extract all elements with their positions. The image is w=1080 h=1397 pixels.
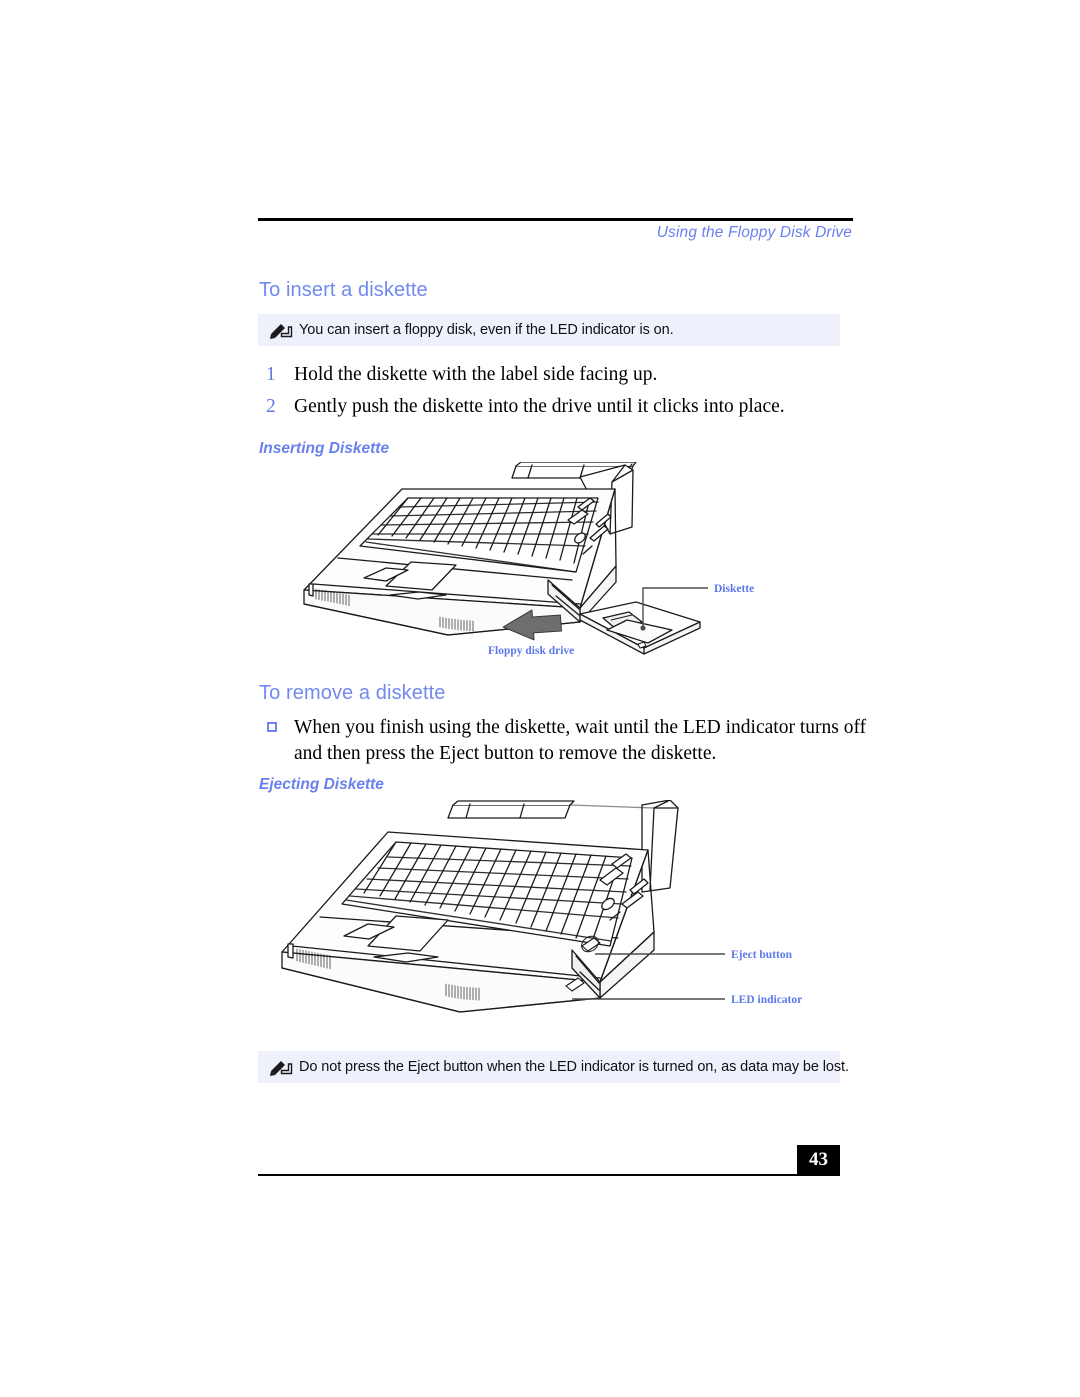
footer-rule <box>258 1174 840 1176</box>
step-number: 1 <box>266 364 276 385</box>
note-text-eject: Do not press the Eject button when the L… <box>299 1059 849 1075</box>
step-item: 1 Hold the diskette with the label side … <box>266 364 866 386</box>
note-box-insert: You can insert a floppy disk, even if th… <box>258 314 840 346</box>
bullet-text-line-2: and then press the Eject button to remov… <box>294 743 717 764</box>
square-bullet-icon <box>267 722 277 732</box>
section-heading-insert: To insert a diskette <box>259 279 428 301</box>
bullet-text: When you finish using the diskette, wait… <box>294 715 867 767</box>
step-item: 2 Gently push the diskette into the driv… <box>266 396 866 418</box>
note-box-eject: Do not press the Eject button when the L… <box>258 1051 849 1083</box>
note-text-insert: You can insert a floppy disk, even if th… <box>299 322 674 338</box>
step-text: Hold the diskette with the label side fa… <box>294 364 658 385</box>
note-pencil-icon <box>268 1057 294 1077</box>
figure-inserting-diskette: Diskette Floppy disk drive <box>280 462 860 672</box>
figure-ejecting-diskette: Eject button LED indicator <box>270 800 850 1040</box>
callout-label-floppy-disk-drive: Floppy disk drive <box>488 645 574 657</box>
page-number-badge: 43 <box>797 1145 840 1175</box>
callout-floppy-disk-drive: Floppy disk drive <box>488 645 574 657</box>
section-heading-remove: To remove a diskette <box>259 682 446 704</box>
running-header-title: Using the Floppy Disk Drive <box>656 224 852 241</box>
bullet-text-line-1: When you finish using the diskette, wait… <box>294 717 867 738</box>
callout-label-diskette: Diskette <box>714 583 754 595</box>
callout-label-led-indicator: LED indicator <box>731 994 802 1006</box>
note-pencil-icon <box>268 320 294 340</box>
figure-caption-ejecting: Ejecting Diskette <box>259 776 384 793</box>
step-number: 2 <box>266 396 276 417</box>
header-rule <box>258 218 853 221</box>
bullet-list-item: When you finish using the diskette, wait… <box>266 715 867 767</box>
callout-label-eject-button: Eject button <box>731 949 793 961</box>
figure-caption-inserting: Inserting Diskette <box>259 440 390 457</box>
manual-page: Using the Floppy Disk Drive To insert a … <box>0 0 1080 1397</box>
callout-led-indicator: LED indicator <box>572 994 802 1006</box>
step-text: Gently push the diskette into the drive … <box>294 396 785 417</box>
